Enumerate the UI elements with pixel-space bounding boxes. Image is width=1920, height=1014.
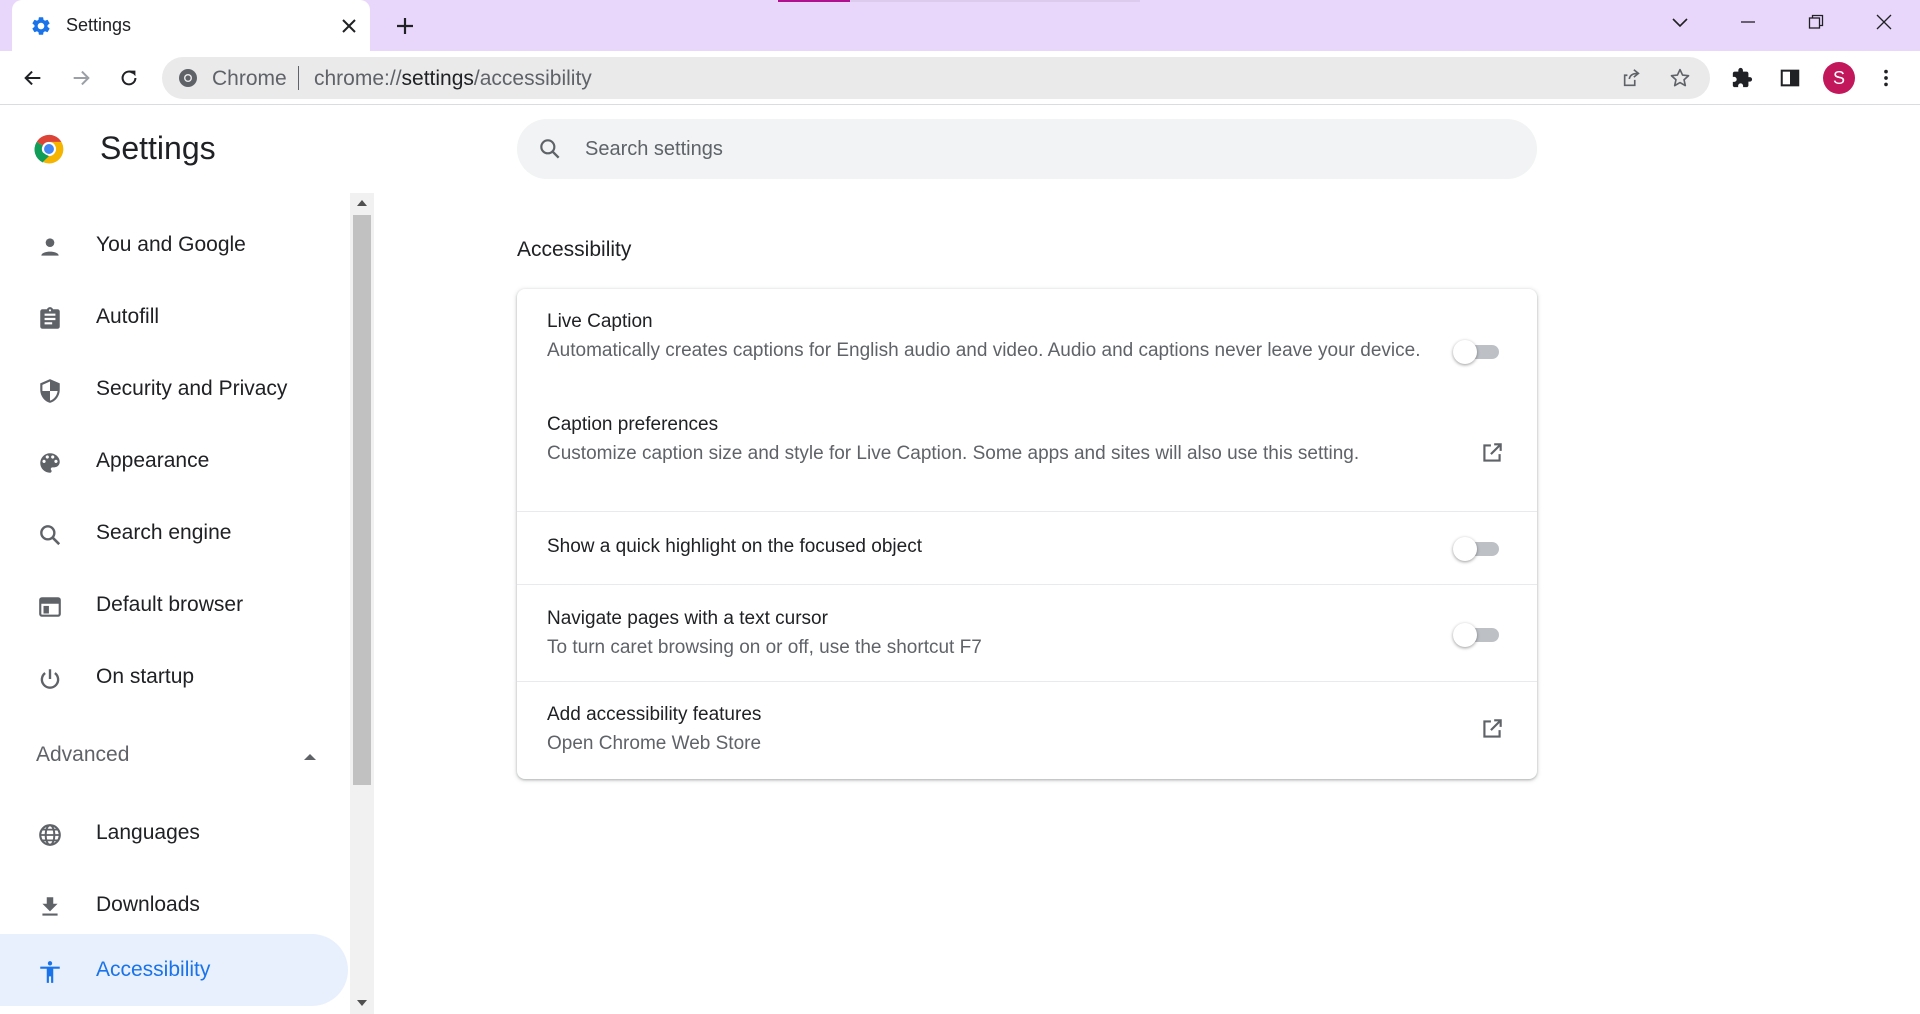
open-in-new-icon[interactable] bbox=[1477, 438, 1507, 468]
clipboard-icon bbox=[36, 305, 64, 333]
side-panel-icon[interactable] bbox=[1771, 59, 1809, 97]
sidebar-item-label: Accessibility bbox=[96, 958, 211, 981]
profile-avatar[interactable]: S bbox=[1823, 62, 1855, 94]
close-window-icon[interactable] bbox=[1864, 6, 1904, 38]
live-caption-toggle[interactable] bbox=[1453, 340, 1503, 364]
toggle-knob bbox=[1453, 623, 1477, 647]
tab-search-chevron-icon[interactable] bbox=[1660, 6, 1700, 38]
advanced-label: Advanced bbox=[36, 743, 130, 766]
settings-search[interactable] bbox=[517, 119, 1537, 179]
globe-icon bbox=[36, 821, 64, 849]
sidebar-item-you-and-google[interactable]: You and Google bbox=[0, 209, 348, 281]
sidebar-item-autofill[interactable]: Autofill bbox=[0, 281, 348, 353]
scroll-down-arrow-icon[interactable] bbox=[350, 993, 374, 1013]
row-subtitle: Open Chrome Web Store bbox=[547, 733, 762, 754]
sidebar-item-appearance[interactable]: Appearance bbox=[0, 425, 348, 497]
search-icon bbox=[537, 136, 563, 162]
minimize-icon[interactable] bbox=[1728, 6, 1768, 38]
chrome-logo-icon bbox=[32, 132, 66, 166]
sidebar-item-search-engine[interactable]: Search engine bbox=[0, 497, 348, 569]
section-title: Accessibility bbox=[517, 238, 632, 261]
accessibility-settings-card: Live Caption Automatically creates capti… bbox=[517, 289, 1537, 779]
scrollbar-thumb[interactable] bbox=[353, 215, 371, 785]
sidebar-item-label: Security and Privacy bbox=[96, 377, 288, 400]
new-tab-icon[interactable] bbox=[390, 11, 420, 41]
url-text[interactable]: chrome://settings/accessibility bbox=[314, 67, 592, 91]
sidebar-item-label: Languages bbox=[96, 821, 200, 844]
close-tab-icon[interactable] bbox=[336, 13, 362, 39]
omnibox-chip-label: Chrome bbox=[212, 67, 287, 90]
sidebar-item-languages[interactable]: Languages bbox=[0, 797, 348, 869]
sidebar-item-on-startup[interactable]: On startup bbox=[0, 641, 348, 713]
back-arrow-icon[interactable] bbox=[14, 59, 52, 97]
toggle-knob bbox=[1453, 537, 1477, 561]
restore-icon[interactable] bbox=[1796, 6, 1836, 38]
palette-icon bbox=[36, 449, 64, 477]
omnibox-separator bbox=[298, 66, 299, 90]
sidebar-item-label: You and Google bbox=[96, 233, 246, 256]
sidebar-item-label: Search engine bbox=[96, 521, 232, 544]
search-icon bbox=[36, 521, 64, 549]
sidebar-scrollbar[interactable] bbox=[350, 193, 374, 1014]
power-icon bbox=[36, 665, 64, 693]
sidebar-item-label: Autofill bbox=[96, 305, 160, 328]
gear-icon bbox=[30, 15, 52, 37]
browser-window-icon bbox=[36, 593, 64, 621]
chrome-site-icon[interactable] bbox=[178, 68, 198, 88]
open-in-new-icon[interactable] bbox=[1477, 714, 1507, 744]
sidebar-item-security-and-privacy[interactable]: Security and Privacy bbox=[0, 353, 348, 425]
shield-icon bbox=[36, 377, 64, 405]
url-host: settings bbox=[401, 67, 474, 90]
row-title: Add accessibility features bbox=[547, 704, 762, 725]
row-live-caption[interactable]: Live Caption Automatically creates capti… bbox=[517, 289, 1537, 411]
person-icon bbox=[36, 233, 64, 261]
scroll-up-arrow-icon[interactable] bbox=[350, 193, 374, 213]
more-vertical-icon[interactable] bbox=[1867, 59, 1905, 97]
sidebar-item-label: On startup bbox=[96, 665, 195, 688]
tab-settings[interactable]: Settings bbox=[12, 0, 370, 51]
forward-arrow-icon[interactable] bbox=[62, 59, 100, 97]
address-bar[interactable]: Chrome chrome://settings/accessibility bbox=[162, 57, 1710, 99]
advanced-section-toggle[interactable]: Advanced bbox=[36, 741, 326, 775]
row-caption-preferences[interactable]: Caption preferences Customize caption si… bbox=[517, 411, 1537, 501]
loading-progress-bar bbox=[778, 0, 1140, 2]
toggle-knob bbox=[1453, 340, 1477, 364]
text-cursor-toggle[interactable] bbox=[1453, 623, 1503, 647]
row-quick-highlight[interactable]: Show a quick highlight on the focused ob… bbox=[517, 511, 1537, 584]
sidebar-item-label: Downloads bbox=[96, 893, 200, 916]
quick-highlight-toggle[interactable] bbox=[1453, 537, 1503, 561]
row-subtitle: To turn caret browsing on or off, use th… bbox=[547, 637, 982, 658]
row-subtitle: Customize caption size and style for Liv… bbox=[547, 443, 1360, 464]
sidebar-item-accessibility[interactable]: Accessibility bbox=[0, 934, 348, 1006]
sidebar-item-label: Default browser bbox=[96, 593, 244, 616]
tab-title: Settings bbox=[66, 15, 132, 35]
sidebar-item-downloads[interactable]: Downloads bbox=[0, 869, 348, 941]
url-scheme: chrome:// bbox=[314, 67, 402, 90]
page-title: Settings bbox=[100, 130, 216, 166]
reload-icon[interactable] bbox=[110, 59, 148, 97]
sidebar-item-default-browser[interactable]: Default browser bbox=[0, 569, 348, 641]
url-path: /accessibility bbox=[473, 67, 592, 90]
search-input[interactable] bbox=[585, 119, 1485, 179]
row-title: Navigate pages with a text cursor bbox=[547, 608, 828, 629]
row-subtitle: Automatically creates captions for Engli… bbox=[547, 340, 1421, 361]
row-title: Show a quick highlight on the focused ob… bbox=[547, 536, 922, 557]
accessibility-icon bbox=[36, 958, 64, 986]
settings-sidebar: You and Google Autofill Security and Pri… bbox=[0, 190, 350, 1014]
row-title: Live Caption bbox=[547, 311, 653, 332]
share-icon[interactable] bbox=[1616, 62, 1648, 94]
caret-up-icon bbox=[302, 749, 318, 765]
download-icon bbox=[36, 893, 64, 921]
row-title: Caption preferences bbox=[547, 414, 719, 435]
row-text-cursor[interactable]: Navigate pages with a text cursor To tur… bbox=[517, 584, 1537, 681]
browser-toolbar: Chrome chrome://settings/accessibility S bbox=[0, 51, 1920, 105]
loading-progress-fill bbox=[778, 0, 851, 2]
extensions-puzzle-icon[interactable] bbox=[1723, 59, 1761, 97]
row-add-accessibility-features[interactable]: Add accessibility features Open Chrome W… bbox=[517, 681, 1537, 779]
sidebar-item-label: Appearance bbox=[96, 449, 210, 472]
title-bar: Settings bbox=[0, 0, 1920, 51]
bookmark-star-icon[interactable] bbox=[1664, 62, 1696, 94]
